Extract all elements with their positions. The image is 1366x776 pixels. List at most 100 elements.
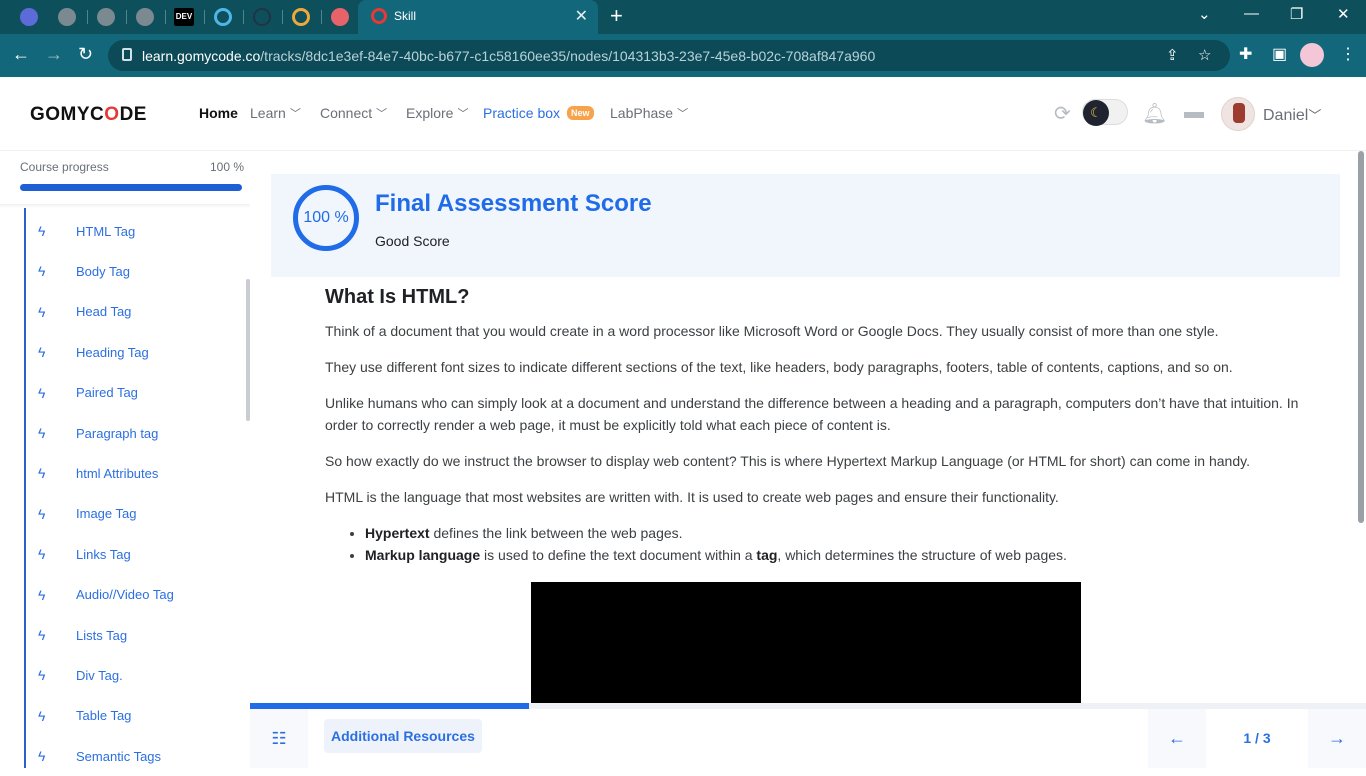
sidebar-lesson-item[interactable]: ϟ Body Tag — [26, 251, 241, 291]
tab-separator — [87, 10, 88, 24]
chevron-down-icon: ﹀ — [457, 108, 469, 120]
nav-home[interactable]: Home — [199, 105, 238, 121]
lightning-icon: ϟ — [38, 465, 46, 482]
forward-icon[interactable]: → — [45, 44, 63, 65]
active-tab[interactable]: Skill ✕ — [358, 0, 598, 34]
sync-icon[interactable]: ⟳ — [1054, 101, 1071, 126]
tab-favicon[interactable] — [214, 8, 232, 26]
extensions-icon[interactable]: ✚ — [1239, 44, 1252, 64]
sidebar-lesson-item[interactable]: ϟ Image Tag — [26, 494, 241, 534]
lesson-label: Image Tag — [76, 506, 137, 522]
sidebar-lesson-item[interactable]: ϟ Paired Tag — [26, 373, 241, 413]
tab-separator — [126, 10, 127, 24]
lesson-label: Paragraph tag — [76, 425, 159, 441]
main-content: 100 % Final Assessment Score Good Score … — [250, 151, 1366, 703]
address-bar[interactable]: learn.gomycode.co/tracks/8dc1e3ef-84e7-4… — [108, 40, 1230, 71]
score-ring: 100 % — [293, 185, 359, 251]
lesson-label: Head Tag — [76, 304, 132, 320]
nav-labphase[interactable]: LabPhase ﹀ — [610, 105, 688, 121]
course-progress-label: Course progress — [20, 160, 109, 174]
chevron-down-icon: ﹀ — [1308, 108, 1322, 123]
lightning-icon: ϟ — [38, 384, 46, 401]
bell-icon[interactable]: 🔔︎ — [1142, 101, 1167, 126]
restore-icon[interactable]: ❐ — [1290, 5, 1303, 23]
tab-favicon[interactable] — [97, 8, 115, 26]
nav-connect-label: Connect — [320, 105, 373, 121]
tab-favicon[interactable] — [331, 8, 349, 26]
nav-explore-label: Explore — [406, 105, 454, 121]
side-panel-icon[interactable]: ▣ — [1272, 44, 1287, 64]
score-title: Final Assessment Score — [375, 190, 652, 217]
nav-home-label: Home — [199, 105, 238, 121]
tab-favicon[interactable] — [58, 8, 76, 26]
sidebar-lesson-item[interactable]: ϟ Heading Tag — [26, 332, 241, 372]
nav-connect[interactable]: Connect ﹀ — [320, 105, 387, 121]
article-heading: What Is HTML? — [325, 286, 470, 308]
sidebar-lesson-item[interactable]: ϟ Audio//Video Tag — [26, 575, 241, 615]
new-badge: New — [567, 106, 594, 120]
close-tab-icon[interactable]: ✕ — [575, 6, 588, 26]
main-scrollbar[interactable] — [1358, 151, 1364, 523]
tab-favicon[interactable] — [253, 8, 271, 26]
lightning-icon: ϟ — [38, 707, 46, 724]
list-item: Hypertext defines the link between the w… — [365, 522, 1305, 544]
tab-favicon-dev[interactable]: DEV — [174, 8, 194, 26]
lesson-label: Div Tag. — [76, 667, 123, 683]
sidebar-lesson-item[interactable]: ϟ html Attributes — [26, 453, 241, 493]
nav-labphase-label: LabPhase — [610, 105, 674, 121]
article-paragraph: They use different font sizes to indicat… — [325, 359, 1233, 375]
outline-list-icon[interactable]: ☷ — [250, 709, 308, 768]
nav-practice-box-label: Practice box — [483, 105, 561, 121]
chrome-menu-icon[interactable]: ⋮ — [1340, 44, 1356, 64]
nav-learn[interactable]: Learn ﹀ — [250, 105, 301, 121]
list-item-text: defines the link between the web pages. — [429, 525, 683, 541]
dark-mode-toggle[interactable]: ☾ — [1082, 99, 1128, 126]
tab-separator — [204, 10, 205, 24]
course-progress-bar — [20, 184, 242, 191]
video-player[interactable] — [531, 582, 1081, 703]
article-list: Hypertext defines the link between the w… — [345, 522, 1305, 566]
tab-separator — [165, 10, 166, 24]
sidebar-lesson-item[interactable]: ϟ Head Tag — [26, 292, 241, 332]
sidebar-lesson-item[interactable]: ϟ Lists Tag — [26, 615, 241, 655]
new-tab-icon[interactable]: + — [610, 3, 623, 29]
course-sidebar: Course progress 100 % ϟ HTML Tag ϟ Body Tag… — [0, 151, 250, 768]
sidebar-lesson-item[interactable]: ϟ Div Tag. — [26, 655, 241, 695]
sidebar-lesson-item[interactable]: ϟ Semantic Tags — [26, 736, 241, 776]
minimize-icon[interactable]: — — [1244, 5, 1259, 22]
sidebar-lesson-item[interactable]: ϟ Paragraph tag — [26, 413, 241, 453]
course-progress-value: 100 % — [210, 160, 245, 174]
lightning-icon: ϟ — [38, 344, 46, 361]
tab-favicon[interactable] — [292, 8, 310, 26]
term-hypertext: Hypertext — [365, 525, 430, 541]
window-close-icon[interactable]: ✕ — [1337, 5, 1350, 23]
article-paragraph: Unlike humans who can simply look at a d… — [325, 395, 1299, 433]
lesson-label: Paired Tag — [76, 385, 138, 401]
nav-learn-label: Learn — [250, 105, 286, 121]
user-avatar[interactable] — [1221, 97, 1255, 131]
share-icon[interactable]: ⇪ — [1166, 46, 1179, 64]
profile-avatar[interactable] — [1300, 43, 1324, 67]
tab-favicon[interactable] — [136, 8, 154, 26]
nav-explore[interactable]: Explore ﹀ — [406, 105, 468, 121]
page-indicator: 1 / 3 — [1206, 709, 1308, 768]
sidebar-lesson-item[interactable]: ϟ Links Tag — [26, 534, 241, 574]
term-tag: tag — [756, 547, 778, 563]
bookmark-star-icon[interactable]: ☆ — [1198, 46, 1211, 64]
additional-resources-button[interactable]: Additional Resources — [324, 719, 482, 753]
arrow-left-icon[interactable]: ← — [1148, 709, 1206, 768]
tab-favicon[interactable] — [20, 8, 38, 26]
arrow-right-icon[interactable]: → — [1308, 709, 1366, 768]
chevron-down-icon: ﹀ — [677, 108, 689, 120]
back-icon[interactable]: ← — [12, 44, 30, 65]
sidebar-lesson-item[interactable]: ϟ HTML Tag — [26, 211, 241, 251]
gomycode-logo[interactable]: GOMYCODE — [30, 104, 147, 126]
tab-search-chevron-icon[interactable]: ⌄ — [1198, 5, 1211, 23]
reload-icon[interactable]: ↻ — [78, 44, 93, 65]
lesson-label: Heading Tag — [76, 344, 149, 360]
chat-icon[interactable]: ▬ — [1184, 101, 1204, 124]
user-menu[interactable]: Daniel﹀ — [1263, 105, 1321, 125]
sidebar-lesson-item[interactable]: ϟ Table Tag — [26, 696, 241, 736]
nav-practice-box[interactable]: Practice box New — [483, 105, 594, 121]
url-text[interactable]: learn.gomycode.co/tracks/8dc1e3ef-84e7-4… — [142, 48, 875, 64]
